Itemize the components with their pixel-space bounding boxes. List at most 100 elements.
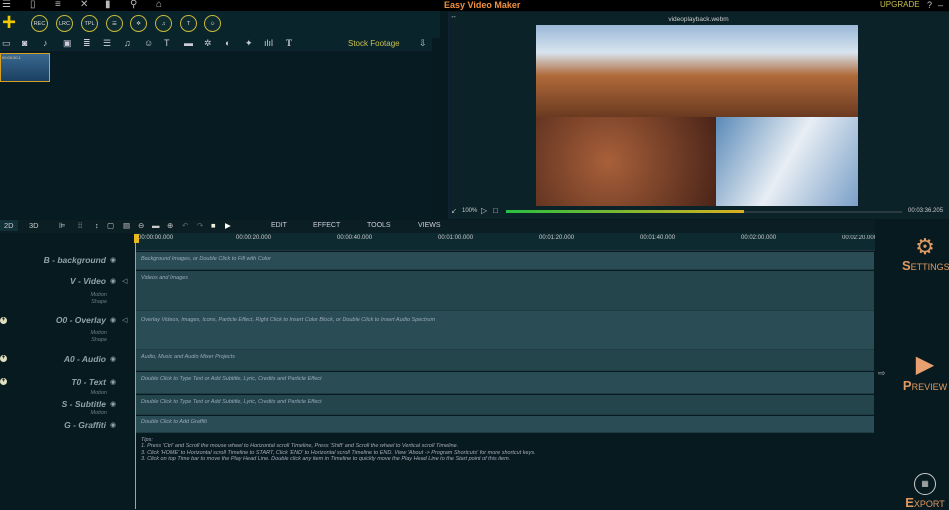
effect-icon[interactable]: ✲: [130, 15, 147, 32]
mode-3d-tab[interactable]: 3D: [29, 221, 39, 230]
add-media-button[interactable]: +: [2, 11, 16, 35]
align-icon[interactable]: ⊫: [59, 221, 66, 230]
time-tick: 00:00:20.000: [236, 235, 272, 241]
emoji-icon[interactable]: ☺: [144, 38, 153, 48]
zoom-level: 100%: [462, 208, 478, 214]
title-icon[interactable]: T: [286, 38, 292, 48]
layers-icon[interactable]: ≡: [55, 0, 61, 10]
add-text-track-icon[interactable]: +: [0, 378, 7, 385]
puzzle-icon[interactable]: ✦: [245, 38, 253, 49]
playhead-handle[interactable]: [134, 234, 139, 243]
tips-panel: Tips: 1. Press 'Ctrl' and Scroll the mou…: [136, 434, 874, 509]
track-audio[interactable]: Audio, Music and Audio Mixer Projects: [136, 350, 874, 371]
book-icon[interactable]: ▮: [105, 0, 111, 10]
redo-icon[interactable]: ↷: [197, 221, 203, 230]
stock-footage-link[interactable]: Stock Footage: [348, 39, 400, 48]
transition-icon[interactable]: ▬: [184, 38, 193, 48]
fit-icon[interactable]: ↙: [451, 207, 457, 215]
track-background[interactable]: Background Images, or Double Click to Fi…: [136, 252, 874, 270]
track-overlay[interactable]: Overlay Videos, Images, Icons, Particle …: [136, 311, 874, 350]
add-overlay-track-icon[interactable]: +: [0, 317, 7, 324]
eye-icon[interactable]: ◉: [110, 421, 116, 429]
eye-icon[interactable]: ◉: [110, 316, 116, 324]
list-category-icon[interactable]: ☰: [103, 38, 111, 49]
export-label: XPORT: [913, 499, 945, 509]
undo-icon[interactable]: ↶: [182, 221, 188, 230]
subtitle-icon[interactable]: ≣: [83, 38, 91, 49]
play-large-icon: ▶: [915, 351, 935, 378]
list-icon[interactable]: ☰: [106, 15, 123, 32]
particle-icon[interactable]: ✲: [204, 38, 212, 49]
play-timeline-icon[interactable]: ▶: [225, 221, 231, 230]
track-hint: Double Click to Type Text or Add Subtitl…: [141, 399, 322, 405]
preview-button[interactable]: ▶ PREVIEW: [902, 351, 948, 394]
stop-icon[interactable]: □: [493, 206, 498, 215]
track-label: O0 - Overlay: [55, 315, 106, 325]
speaker-icon[interactable]: ◁: [122, 277, 127, 285]
vertical-resize-icon[interactable]: ↕: [95, 221, 99, 230]
settings-button[interactable]: ⚙ SETTINGS: [902, 236, 949, 274]
track-sub-label: Shape: [91, 299, 107, 305]
zoom-in-icon[interactable]: ⊕: [167, 221, 173, 230]
lrc-button[interactable]: LRC: [56, 15, 73, 32]
track-sub-label: Motion: [90, 390, 107, 396]
spectrum-icon[interactable]: ılıl: [264, 38, 273, 48]
track-graffiti[interactable]: Double Click to Add Graffiti: [136, 416, 874, 433]
arrow-right-icon[interactable]: ⇨: [878, 368, 886, 379]
eye-icon[interactable]: ◉: [110, 355, 116, 363]
menu-effect[interactable]: EFFECT: [313, 222, 340, 229]
image-icon[interactable]: ▣: [63, 38, 72, 49]
mode-2d-tab[interactable]: 2D: [0, 220, 18, 231]
track-hint: Overlay Videos, Images, Icons, Particle …: [141, 317, 436, 323]
frame-icon[interactable]: ▢: [107, 221, 114, 230]
menu-views[interactable]: VIEWS: [418, 222, 441, 229]
media-thumbnail[interactable]: 00:00:00.1: [0, 53, 50, 82]
track-sub-label: Motion: [90, 410, 107, 416]
stop-square-icon[interactable]: ■: [211, 221, 216, 230]
tpl-button[interactable]: TPL: [81, 15, 98, 32]
preview-label: REVIEW: [911, 382, 948, 392]
upgrade-button[interactable]: UPGRADE: [880, 0, 920, 10]
calendar-icon[interactable]: ▤: [123, 221, 130, 230]
track-video[interactable]: Videos and Images: [136, 271, 874, 311]
minimize-button[interactable]: –: [938, 0, 943, 10]
zoom-out-icon[interactable]: ⊖: [138, 221, 144, 230]
rec-button[interactable]: REC: [31, 15, 48, 32]
eye-icon[interactable]: ◉: [110, 378, 116, 386]
eye-icon[interactable]: ◉: [110, 400, 116, 408]
grid-icon[interactable]: ⁞⁞: [78, 221, 82, 230]
audio-category-icon[interactable]: ♫: [124, 38, 131, 48]
text-style-icon[interactable]: T: [164, 38, 170, 48]
video-category-icon[interactable]: ▭: [2, 38, 11, 49]
text-icon[interactable]: T: [180, 15, 197, 32]
playhead[interactable]: [135, 234, 136, 509]
add-audio-track-icon[interactable]: +: [0, 355, 7, 362]
track-label: S - Subtitle: [61, 399, 106, 409]
help-button[interactable]: ?: [927, 0, 932, 10]
track-subtitle[interactable]: Double Click to Type Text or Add Subtitl…: [136, 395, 874, 415]
filter-icon[interactable]: ◐: [225, 38, 230, 48]
music-note-icon[interactable]: ♪: [43, 38, 48, 48]
file-icon[interactable]: ▯: [30, 0, 36, 10]
search-icon[interactable]: ⚲: [130, 0, 137, 10]
track-label: G - Graffiti: [64, 420, 106, 430]
export-button[interactable]: ▦ EXPORT: [902, 473, 948, 510]
speaker-icon[interactable]: ◁: [122, 316, 127, 324]
download-icon[interactable]: ⇩: [419, 38, 427, 49]
camera-icon[interactable]: ◙: [22, 38, 27, 48]
play-icon[interactable]: ▷: [481, 206, 487, 215]
music-icon[interactable]: ♫: [155, 15, 172, 32]
track-label: V - Video: [69, 276, 106, 286]
fit-timeline-icon[interactable]: ▬: [152, 221, 160, 230]
eye-icon[interactable]: ◉: [110, 277, 116, 285]
eye-icon[interactable]: ◉: [110, 256, 116, 264]
duration: 00:03:36.205: [908, 208, 944, 214]
menu-edit[interactable]: EDIT: [271, 222, 287, 229]
track-hint: Background Images, or Double Click to Fi…: [141, 256, 271, 262]
shirt-icon[interactable]: ⌂: [156, 0, 162, 10]
avatar-icon[interactable]: ☺: [204, 15, 221, 32]
tools-icon[interactable]: ✕: [80, 0, 88, 10]
preview-initial: P: [902, 378, 912, 393]
menu-tools[interactable]: TOOLS: [367, 222, 391, 229]
track-text[interactable]: Double Click to Type Text or Add Subtitl…: [136, 372, 874, 394]
